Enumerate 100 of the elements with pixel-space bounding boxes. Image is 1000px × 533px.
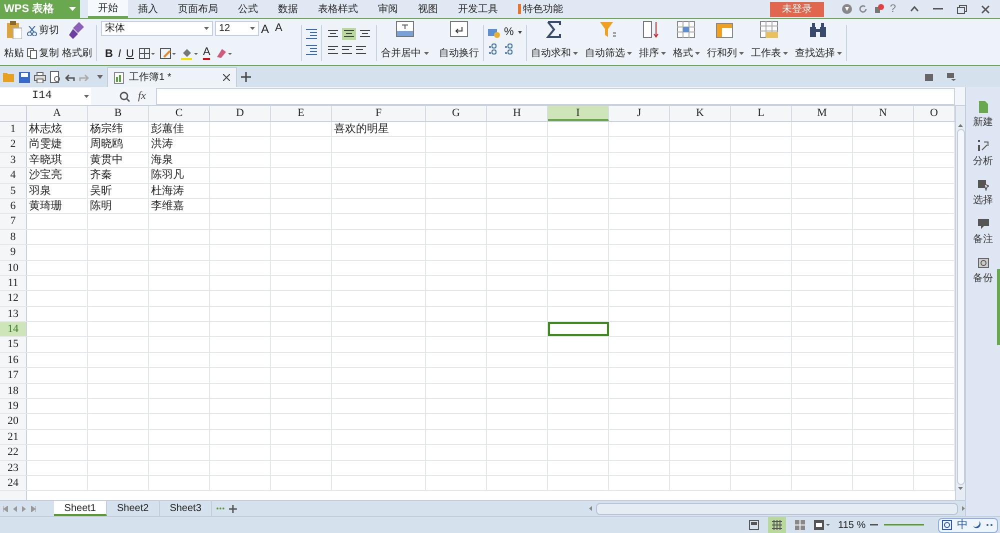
font-size-dropdown[interactable]: 12	[215, 21, 259, 36]
align-icon[interactable]	[341, 46, 353, 54]
menu-tab[interactable]: 审阅	[368, 0, 408, 18]
row-header[interactable]: 1	[0, 122, 27, 136]
row-header[interactable]: 6	[0, 198, 27, 214]
row-header[interactable]: 8	[0, 230, 27, 244]
rows-columns-button[interactable]: 行和列	[706, 21, 744, 65]
autofilter-button[interactable]: 自动筛选	[584, 21, 632, 65]
decrease-decimal-icon[interactable]	[504, 43, 514, 55]
column-header[interactable]: C	[149, 106, 210, 121]
function-label[interactable]: fx	[138, 88, 146, 104]
column-header[interactable]: D	[210, 106, 271, 121]
find-select-button[interactable]: 查找选择	[794, 21, 842, 65]
sidebar-button[interactable]: 新建	[973, 101, 993, 130]
column-header[interactable]: N	[853, 106, 914, 121]
zoom-formula-icon[interactable]	[119, 90, 130, 102]
bold-button[interactable]: B	[105, 46, 113, 62]
borders-icon[interactable]	[138, 48, 155, 60]
row-header[interactable]: 17	[0, 368, 27, 383]
new-tab-icon[interactable]	[241, 72, 251, 82]
format-button[interactable]: 格式	[672, 21, 700, 65]
format-painter-button[interactable]: 格式刷	[62, 21, 92, 65]
cut-button[interactable]: 剪切	[27, 23, 59, 38]
paste-button[interactable]: 粘贴	[4, 21, 24, 65]
increase-indent-icon[interactable]	[306, 28, 317, 38]
menu-tab[interactable]: 数据	[268, 0, 308, 18]
row-header[interactable]: 10	[0, 260, 27, 275]
clear-format-icon[interactable]	[215, 48, 232, 60]
column-header[interactable]: I	[548, 106, 609, 121]
row-header[interactable]: 4	[0, 168, 27, 183]
sort-button[interactable]: 排序	[638, 21, 666, 65]
worksheet-button[interactable]: 工作表	[750, 21, 788, 65]
selected-cell[interactable]	[548, 322, 609, 336]
column-header[interactable]: G	[426, 106, 487, 121]
menu-tab[interactable]: 公式	[228, 0, 268, 18]
percent-button[interactable]: %	[504, 27, 514, 38]
font-color-button[interactable]: A	[202, 47, 210, 60]
undo-icon[interactable]	[65, 73, 75, 81]
sidebar-button[interactable]: 选择	[973, 179, 993, 208]
italic-button[interactable]: I	[118, 46, 122, 62]
column-header[interactable]: L	[731, 106, 792, 121]
shrink-font-button[interactable]: A	[275, 23, 286, 34]
menu-tab[interactable]: 插入	[128, 0, 168, 18]
minimize-icon[interactable]	[933, 8, 943, 10]
sidebar-button[interactable]: 备份	[973, 257, 993, 286]
row-header[interactable]: 15	[0, 337, 27, 352]
underline-button[interactable]: U	[126, 46, 134, 62]
column-header[interactable]: M	[792, 106, 853, 121]
row-header[interactable]: 19	[0, 399, 27, 414]
column-header[interactable]: K	[670, 106, 731, 121]
column-header[interactable]: A	[27, 106, 88, 121]
row-header[interactable]: 12	[0, 291, 27, 306]
scroll-down-icon[interactable]	[958, 487, 963, 490]
currency-icon[interactable]	[488, 28, 500, 38]
align-icon[interactable]	[355, 46, 367, 54]
print-icon[interactable]	[34, 72, 46, 82]
row-header[interactable]: 21	[0, 430, 27, 444]
dropdown-icon[interactable]	[97, 75, 103, 79]
refresh-icon[interactable]	[858, 4, 868, 14]
vertical-align-button[interactable]	[358, 28, 372, 40]
row-header[interactable]: 2	[0, 137, 27, 152]
vertical-scrollbar[interactable]	[955, 106, 965, 500]
cell-style-icon[interactable]	[160, 48, 176, 60]
print-preview-icon[interactable]	[50, 71, 61, 83]
document-tab[interactable]: 工作簿1 *	[107, 67, 237, 87]
vertical-align-button[interactable]	[326, 28, 340, 40]
formula-input[interactable]	[156, 88, 955, 104]
row-header[interactable]: 24	[0, 476, 27, 490]
copy-button[interactable]: 复制	[27, 46, 59, 61]
decrease-indent-icon[interactable]	[306, 44, 317, 54]
font-name-dropdown[interactable]: 宋体	[101, 21, 213, 36]
row-header[interactable]: 5	[0, 184, 27, 198]
sheet-tab[interactable]: Sheet1	[54, 501, 107, 516]
window-list-icon[interactable]	[925, 74, 933, 80]
sidebar-button[interactable]: 备注	[973, 218, 993, 247]
menu-tab[interactable]: 视图	[408, 0, 448, 18]
scroll-left-icon[interactable]	[589, 506, 592, 511]
wrap-text-button[interactable]: 自动换行	[439, 21, 479, 65]
sidebar-button[interactable]: 分析	[973, 140, 993, 169]
row-header[interactable]: 7	[0, 214, 27, 229]
collapse-icon[interactable]	[910, 6, 919, 12]
row-header[interactable]: 20	[0, 414, 27, 429]
row-header[interactable]: 16	[0, 352, 27, 368]
scroll-up-icon[interactable]	[958, 124, 963, 127]
grow-font-button[interactable]: A	[261, 22, 274, 34]
row-header[interactable]: 9	[0, 245, 27, 260]
menu-tab[interactable]: 开始	[88, 0, 128, 18]
close-icon[interactable]	[223, 74, 230, 81]
close-icon[interactable]	[981, 4, 990, 14]
row-header[interactable]: 18	[0, 384, 27, 398]
fill-color-icon[interactable]	[180, 48, 198, 60]
fullscreen-icon[interactable]	[814, 520, 830, 530]
row-header[interactable]: 3	[0, 152, 27, 168]
more-sheets-icon[interactable]	[216, 507, 226, 510]
autosum-button[interactable]: 自动求和	[530, 21, 578, 65]
column-header[interactable]: J	[609, 106, 670, 121]
column-header[interactable]: B	[88, 106, 149, 121]
sidebar-handle[interactable]	[997, 269, 1000, 345]
row-header[interactable]: 11	[0, 276, 27, 290]
vertical-align-button[interactable]	[342, 28, 356, 40]
